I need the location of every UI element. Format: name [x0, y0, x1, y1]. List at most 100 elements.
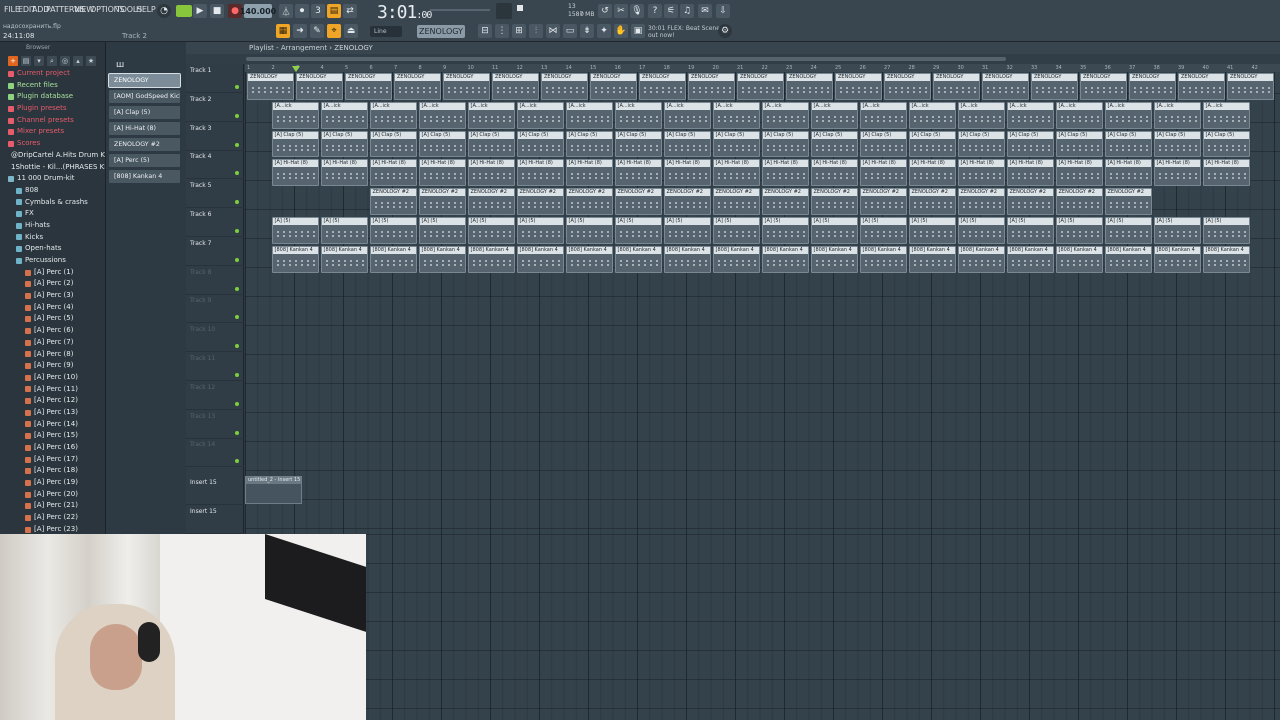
- insert-track-header[interactable]: Insert 15: [186, 476, 244, 505]
- pattern-clip[interactable]: [808] Kankan 4: [761, 245, 809, 273]
- song-position-display[interactable]: 3:01:00: [377, 2, 432, 23]
- pattern-clip[interactable]: [A] (5): [908, 217, 956, 244]
- picker-icon[interactable]: ✦: [597, 24, 611, 38]
- pattern-clip[interactable]: [A...ick: [1202, 101, 1250, 129]
- pattern-clip[interactable]: [A] Clap (5): [516, 130, 564, 158]
- track-header[interactable]: Track 4: [186, 150, 244, 180]
- browser-item[interactable]: [A] Perc (7): [0, 337, 105, 349]
- brush-icon[interactable]: ⌖: [327, 24, 341, 38]
- browser-item[interactable]: Recent files: [0, 80, 105, 92]
- pattern-clip[interactable]: [A] Clap (5): [859, 130, 907, 158]
- browser-item[interactable]: Channel presets: [0, 115, 105, 127]
- pattern-clip[interactable]: ZENOLOGY #2: [467, 188, 515, 215]
- pattern-clip[interactable]: [A] Clap (5): [1153, 130, 1201, 158]
- playlist-window-icon[interactable]: ▦: [276, 24, 290, 38]
- track-header[interactable]: Track 7: [186, 237, 244, 266]
- pattern-clip[interactable]: [808] Kankan 4: [957, 245, 1005, 273]
- browser-item[interactable]: 1Shottie - Kil...(PHRASES KIT): [0, 162, 105, 174]
- pattern-clip[interactable]: ZENOLOGY #2: [859, 188, 907, 215]
- pattern-clip[interactable]: [A] Hi-Hat (8): [663, 159, 711, 187]
- pattern-clip[interactable]: [808] Kankan 4: [859, 245, 907, 273]
- pattern-clip[interactable]: [A] Clap (5): [1202, 130, 1250, 158]
- pattern-clip[interactable]: [A...ick: [761, 101, 809, 129]
- pattern-clip[interactable]: [A...ick: [859, 101, 907, 129]
- playlist-scrollbar[interactable]: [186, 54, 1280, 64]
- piano-icon[interactable]: ⋮: [495, 24, 509, 38]
- pattern-clip[interactable]: [A...ick: [1006, 101, 1054, 129]
- track-mute-led[interactable]: [235, 373, 239, 377]
- countdown-icon[interactable]: 3: [311, 4, 325, 18]
- search-icon[interactable]: ⌕: [47, 56, 57, 66]
- picker-item[interactable]: [808] Kankan 4: [109, 170, 180, 183]
- pattern-clip[interactable]: ZENOLOGY: [296, 73, 343, 100]
- pattern-clip[interactable]: ZENOLOGY: [1080, 73, 1127, 100]
- pattern-clip[interactable]: [808] Kankan 4: [516, 245, 564, 273]
- pattern-clip[interactable]: [A] (5): [1006, 217, 1054, 244]
- browser-item[interactable]: Current project: [0, 68, 105, 80]
- browser-menu-icon[interactable]: +: [8, 56, 18, 66]
- browser-item[interactable]: [A] Perc (4): [0, 302, 105, 314]
- picker-item[interactable]: [A] Perc (5): [109, 154, 180, 167]
- pattern-clip[interactable]: ZENOLOGY #2: [614, 188, 662, 215]
- pattern-clip[interactable]: [A] (5): [859, 217, 907, 244]
- pattern-clip[interactable]: [A...ick: [271, 101, 319, 129]
- browser-item[interactable]: [A] Perc (6): [0, 325, 105, 337]
- browser-item[interactable]: [A] Perc (17): [0, 454, 105, 466]
- browser-item[interactable]: [A] Perc (20): [0, 489, 105, 501]
- pattern-clip[interactable]: [A] Hi-Hat (8): [859, 159, 907, 187]
- track-header[interactable]: Track 6: [186, 208, 244, 237]
- stop-button[interactable]: ■: [210, 4, 224, 18]
- pattern-clip[interactable]: ZENOLOGY: [884, 73, 931, 100]
- pattern-clip[interactable]: [808] Kankan 4: [467, 245, 515, 273]
- pattern-clip[interactable]: [A] Hi-Hat (8): [957, 159, 1005, 187]
- pattern-clip[interactable]: [A] Clap (5): [614, 130, 662, 158]
- browser-item[interactable]: Plugin database: [0, 91, 105, 103]
- pattern-clip[interactable]: [A] (5): [418, 217, 466, 244]
- pattern-clip[interactable]: [A] Hi-Hat (8): [467, 159, 515, 187]
- pattern-clip[interactable]: [808] Kankan 4: [418, 245, 466, 273]
- track-header[interactable]: Track 12: [186, 381, 244, 410]
- browser-item[interactable]: [A] Perc (11): [0, 384, 105, 396]
- pattern-clip[interactable]: [A] Clap (5): [810, 130, 858, 158]
- pencil-icon[interactable]: ✎: [310, 24, 324, 38]
- pattern-clip[interactable]: [A] Clap (5): [320, 130, 368, 158]
- pattern-clip[interactable]: [A] Hi-Hat (8): [418, 159, 466, 187]
- sort-icon[interactable]: ▴: [73, 56, 83, 66]
- pattern-clip[interactable]: ZENOLOGY #2: [369, 188, 417, 215]
- browser-item[interactable]: [A] Perc (19): [0, 477, 105, 489]
- eq-icon[interactable]: ⫶: [529, 24, 543, 38]
- cut-icon[interactable]: ✂: [614, 4, 628, 18]
- pattern-clip[interactable]: [A...ick: [1104, 101, 1152, 129]
- browser-item[interactable]: [A] Perc (5): [0, 313, 105, 325]
- pattern-clip[interactable]: [808] Kankan 4: [712, 245, 760, 273]
- pattern-clip[interactable]: ZENOLOGY: [247, 73, 294, 100]
- pattern-clip[interactable]: [A] (5): [516, 217, 564, 244]
- pattern-clip[interactable]: [A] (5): [810, 217, 858, 244]
- pattern-clip[interactable]: [808] Kankan 4: [810, 245, 858, 273]
- pattern-clip[interactable]: [808] Kankan 4: [1153, 245, 1201, 273]
- pattern-select[interactable]: ZENOLOGY: [417, 25, 465, 38]
- arrow-icon[interactable]: ➜: [293, 24, 307, 38]
- pattern-clip[interactable]: [A] Hi-Hat (8): [516, 159, 564, 187]
- star-icon[interactable]: ★: [86, 56, 96, 66]
- pattern-clip[interactable]: ZENOLOGY #2: [957, 188, 1005, 215]
- pattern-clip[interactable]: [A...ick: [369, 101, 417, 129]
- pattern-clip[interactable]: [A...ick: [957, 101, 1005, 129]
- pattern-clip[interactable]: ZENOLOGY: [492, 73, 539, 100]
- pattern-clip[interactable]: ZENOLOGY #2: [663, 188, 711, 215]
- plugin-icon[interactable]: ⇟: [580, 24, 594, 38]
- browser-item[interactable]: 11 000 Drum-kit: [0, 173, 105, 185]
- tuner-icon[interactable]: ⋈: [546, 24, 560, 38]
- pattern-clip[interactable]: ZENOLOGY: [982, 73, 1029, 100]
- browser-item[interactable]: [A] Perc (13): [0, 407, 105, 419]
- track-header[interactable]: Track 3: [186, 122, 244, 151]
- picker-item[interactable]: ZENOLOGY #2: [109, 138, 180, 151]
- pattern-clip[interactable]: [A] Clap (5): [1104, 130, 1152, 158]
- browser-item[interactable]: [A] Perc (14): [0, 419, 105, 431]
- pattern-clip[interactable]: [A] Hi-Hat (8): [761, 159, 809, 187]
- pattern-clip[interactable]: ZENOLOGY: [688, 73, 735, 100]
- pattern-clip[interactable]: [808] Kankan 4: [271, 245, 319, 273]
- track-header[interactable]: Track 11: [186, 352, 244, 381]
- pattern-clip[interactable]: [A] Hi-Hat (8): [271, 159, 319, 187]
- pattern-clip[interactable]: [A] Clap (5): [1006, 130, 1054, 158]
